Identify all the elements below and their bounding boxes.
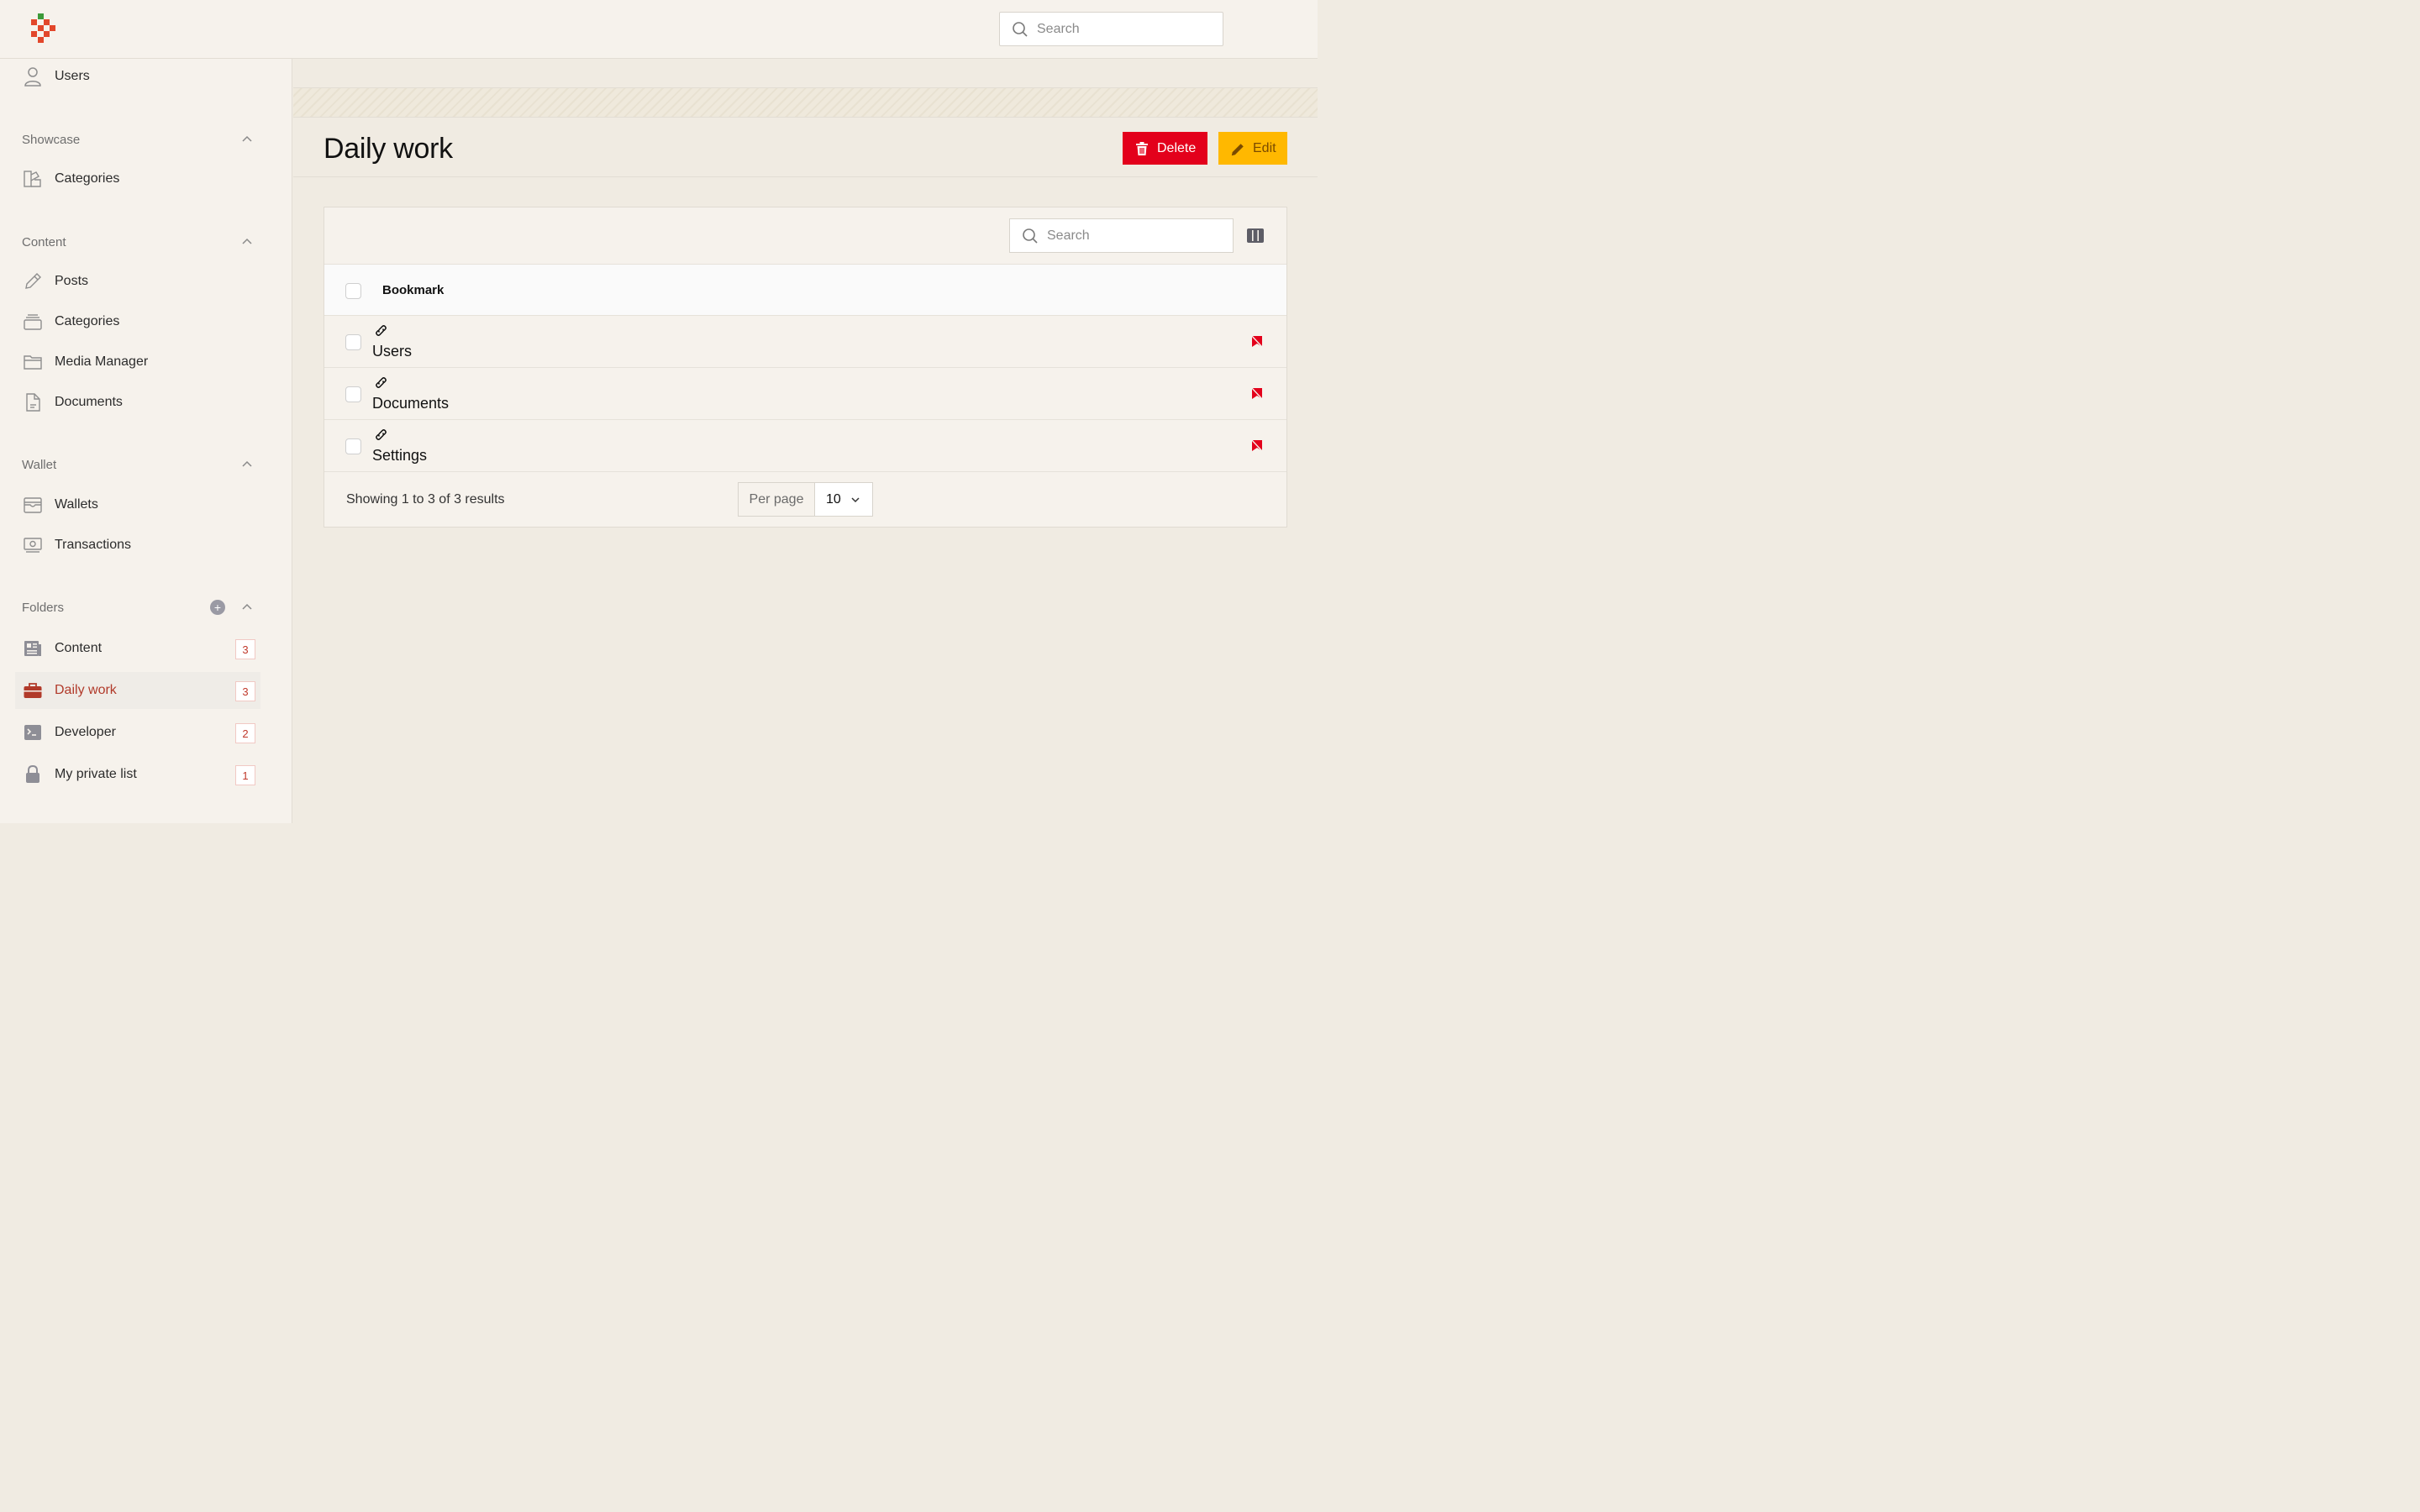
folder-item-developer[interactable]: Developer 2 — [15, 714, 260, 751]
sidebar-item-label: Wallets — [55, 497, 98, 512]
row-checkbox[interactable] — [345, 386, 361, 402]
bookmark-label[interactable]: Settings — [372, 447, 427, 465]
top-bar — [0, 0, 1318, 59]
search-icon — [1013, 21, 1028, 37]
column-header-bookmark[interactable]: Bookmark — [382, 283, 444, 297]
link-icon[interactable] — [372, 374, 390, 391]
count-badge: 3 — [235, 639, 255, 659]
terminal-icon — [22, 722, 44, 743]
columns-icon[interactable] — [1247, 228, 1264, 243]
trash-icon — [1134, 141, 1150, 156]
section-showcase[interactable]: Showcase — [22, 129, 257, 150]
row-checkbox[interactable] — [345, 334, 361, 350]
chevron-up-icon[interactable] — [240, 458, 254, 471]
chevron-up-icon[interactable] — [240, 601, 254, 614]
sidebar-item-showcase-categories[interactable]: Categories — [22, 163, 119, 195]
folder-label: Content — [55, 641, 103, 655]
folder-label: My private list — [55, 767, 137, 781]
section-title: Folders — [22, 600, 65, 615]
table-search[interactable] — [1009, 218, 1234, 253]
delete-button[interactable]: Delete — [1123, 132, 1207, 165]
wallet-icon — [22, 494, 44, 516]
results-summary: Showing 1 to 3 of 3 results — [346, 492, 505, 507]
table-search-input[interactable] — [1047, 228, 1215, 244]
sidebar-item-documents[interactable]: Documents — [22, 386, 123, 418]
select-all-checkbox[interactable] — [345, 283, 361, 299]
link-icon[interactable] — [372, 426, 390, 444]
sidebar-item-label: Categories — [55, 171, 120, 186]
folder-item-my-private-list[interactable]: My private list 1 — [15, 756, 260, 793]
document-icon — [22, 391, 44, 413]
global-search[interactable] — [999, 12, 1223, 46]
link-icon[interactable] — [372, 322, 390, 339]
global-search-input[interactable] — [1037, 21, 1205, 37]
count-badge: 3 — [235, 681, 255, 701]
edit-button[interactable]: Edit — [1218, 132, 1287, 165]
stack-icon — [22, 311, 44, 333]
count-badge: 2 — [235, 723, 255, 743]
chevron-down-icon — [851, 497, 860, 503]
sidebar-item-label: Media Manager — [55, 354, 149, 369]
decorative-stripe — [293, 87, 1318, 118]
lock-icon — [22, 764, 44, 785]
sidebar-item-users[interactable]: Users — [22, 60, 90, 92]
table-header: Bookmark — [324, 264, 1286, 316]
briefcase-icon — [22, 680, 44, 701]
folder-label: Daily work — [55, 683, 117, 697]
section-wallet[interactable]: Wallet — [22, 454, 257, 475]
sidebar-item-label: Transactions — [55, 538, 131, 552]
section-folders[interactable]: Folders + — [22, 597, 257, 617]
add-folder-button[interactable]: + — [210, 600, 225, 615]
per-page-value-text: 10 — [826, 491, 841, 507]
sidebar-item-wallets[interactable]: Wallets — [22, 489, 98, 521]
remove-bookmark-icon[interactable] — [1251, 387, 1263, 400]
per-page-value[interactable]: 10 — [815, 483, 872, 516]
section-content[interactable]: Content — [22, 232, 257, 252]
newspaper-icon — [22, 638, 44, 659]
sidebar-item-content-categories[interactable]: Categories — [22, 306, 119, 338]
count-badge: 1 — [235, 765, 255, 785]
bookmarks-table-card: Bookmark Users Documents Settings Showin… — [324, 207, 1287, 528]
folder-item-content[interactable]: Content 3 — [15, 630, 260, 667]
per-page-select[interactable]: Per page 10 — [738, 482, 873, 517]
sidebar-item-transactions[interactable]: Transactions — [22, 529, 131, 561]
folder-icon — [22, 351, 44, 373]
sidebar-item-media-manager[interactable]: Media Manager — [22, 346, 148, 378]
chevron-up-icon[interactable] — [240, 235, 254, 249]
money-icon — [22, 534, 44, 556]
folder-label: Developer — [55, 725, 116, 739]
per-page-label: Per page — [739, 483, 815, 516]
table-row: Settings — [324, 420, 1286, 472]
sidebar-item-label: Documents — [55, 395, 123, 409]
section-title: Content — [22, 234, 66, 249]
table-row: Documents — [324, 368, 1286, 420]
row-checkbox[interactable] — [345, 438, 361, 454]
folder-item-daily-work[interactable]: Daily work 3 — [15, 672, 260, 709]
sidebar-item-label: Users — [55, 69, 90, 83]
table-row: Users — [324, 316, 1286, 368]
search-icon — [1023, 228, 1038, 244]
categories-icon — [22, 168, 44, 190]
bookmark-label[interactable]: Users — [372, 343, 412, 360]
page-header: Daily work Delete Edit — [293, 118, 1318, 177]
sidebar-item-label: Posts — [55, 274, 89, 288]
page-title: Daily work — [324, 133, 453, 165]
chevron-up-icon[interactable] — [240, 133, 254, 146]
logo-icon[interactable] — [31, 13, 58, 45]
sidebar-item-posts[interactable]: Posts — [22, 265, 88, 297]
sidebar-item-label: Categories — [55, 314, 120, 328]
section-title: Wallet — [22, 457, 57, 472]
sidebar: Users Showcase Categories Content Posts … — [0, 59, 292, 823]
section-title: Showcase — [22, 132, 81, 147]
remove-bookmark-icon[interactable] — [1251, 335, 1263, 348]
remove-bookmark-icon[interactable] — [1251, 439, 1263, 452]
pencil-icon — [1230, 141, 1245, 156]
bookmark-label[interactable]: Documents — [372, 395, 449, 412]
delete-label: Delete — [1157, 140, 1197, 155]
pencil-icon — [22, 270, 44, 292]
user-icon — [22, 66, 44, 87]
edit-label: Edit — [1253, 140, 1276, 155]
